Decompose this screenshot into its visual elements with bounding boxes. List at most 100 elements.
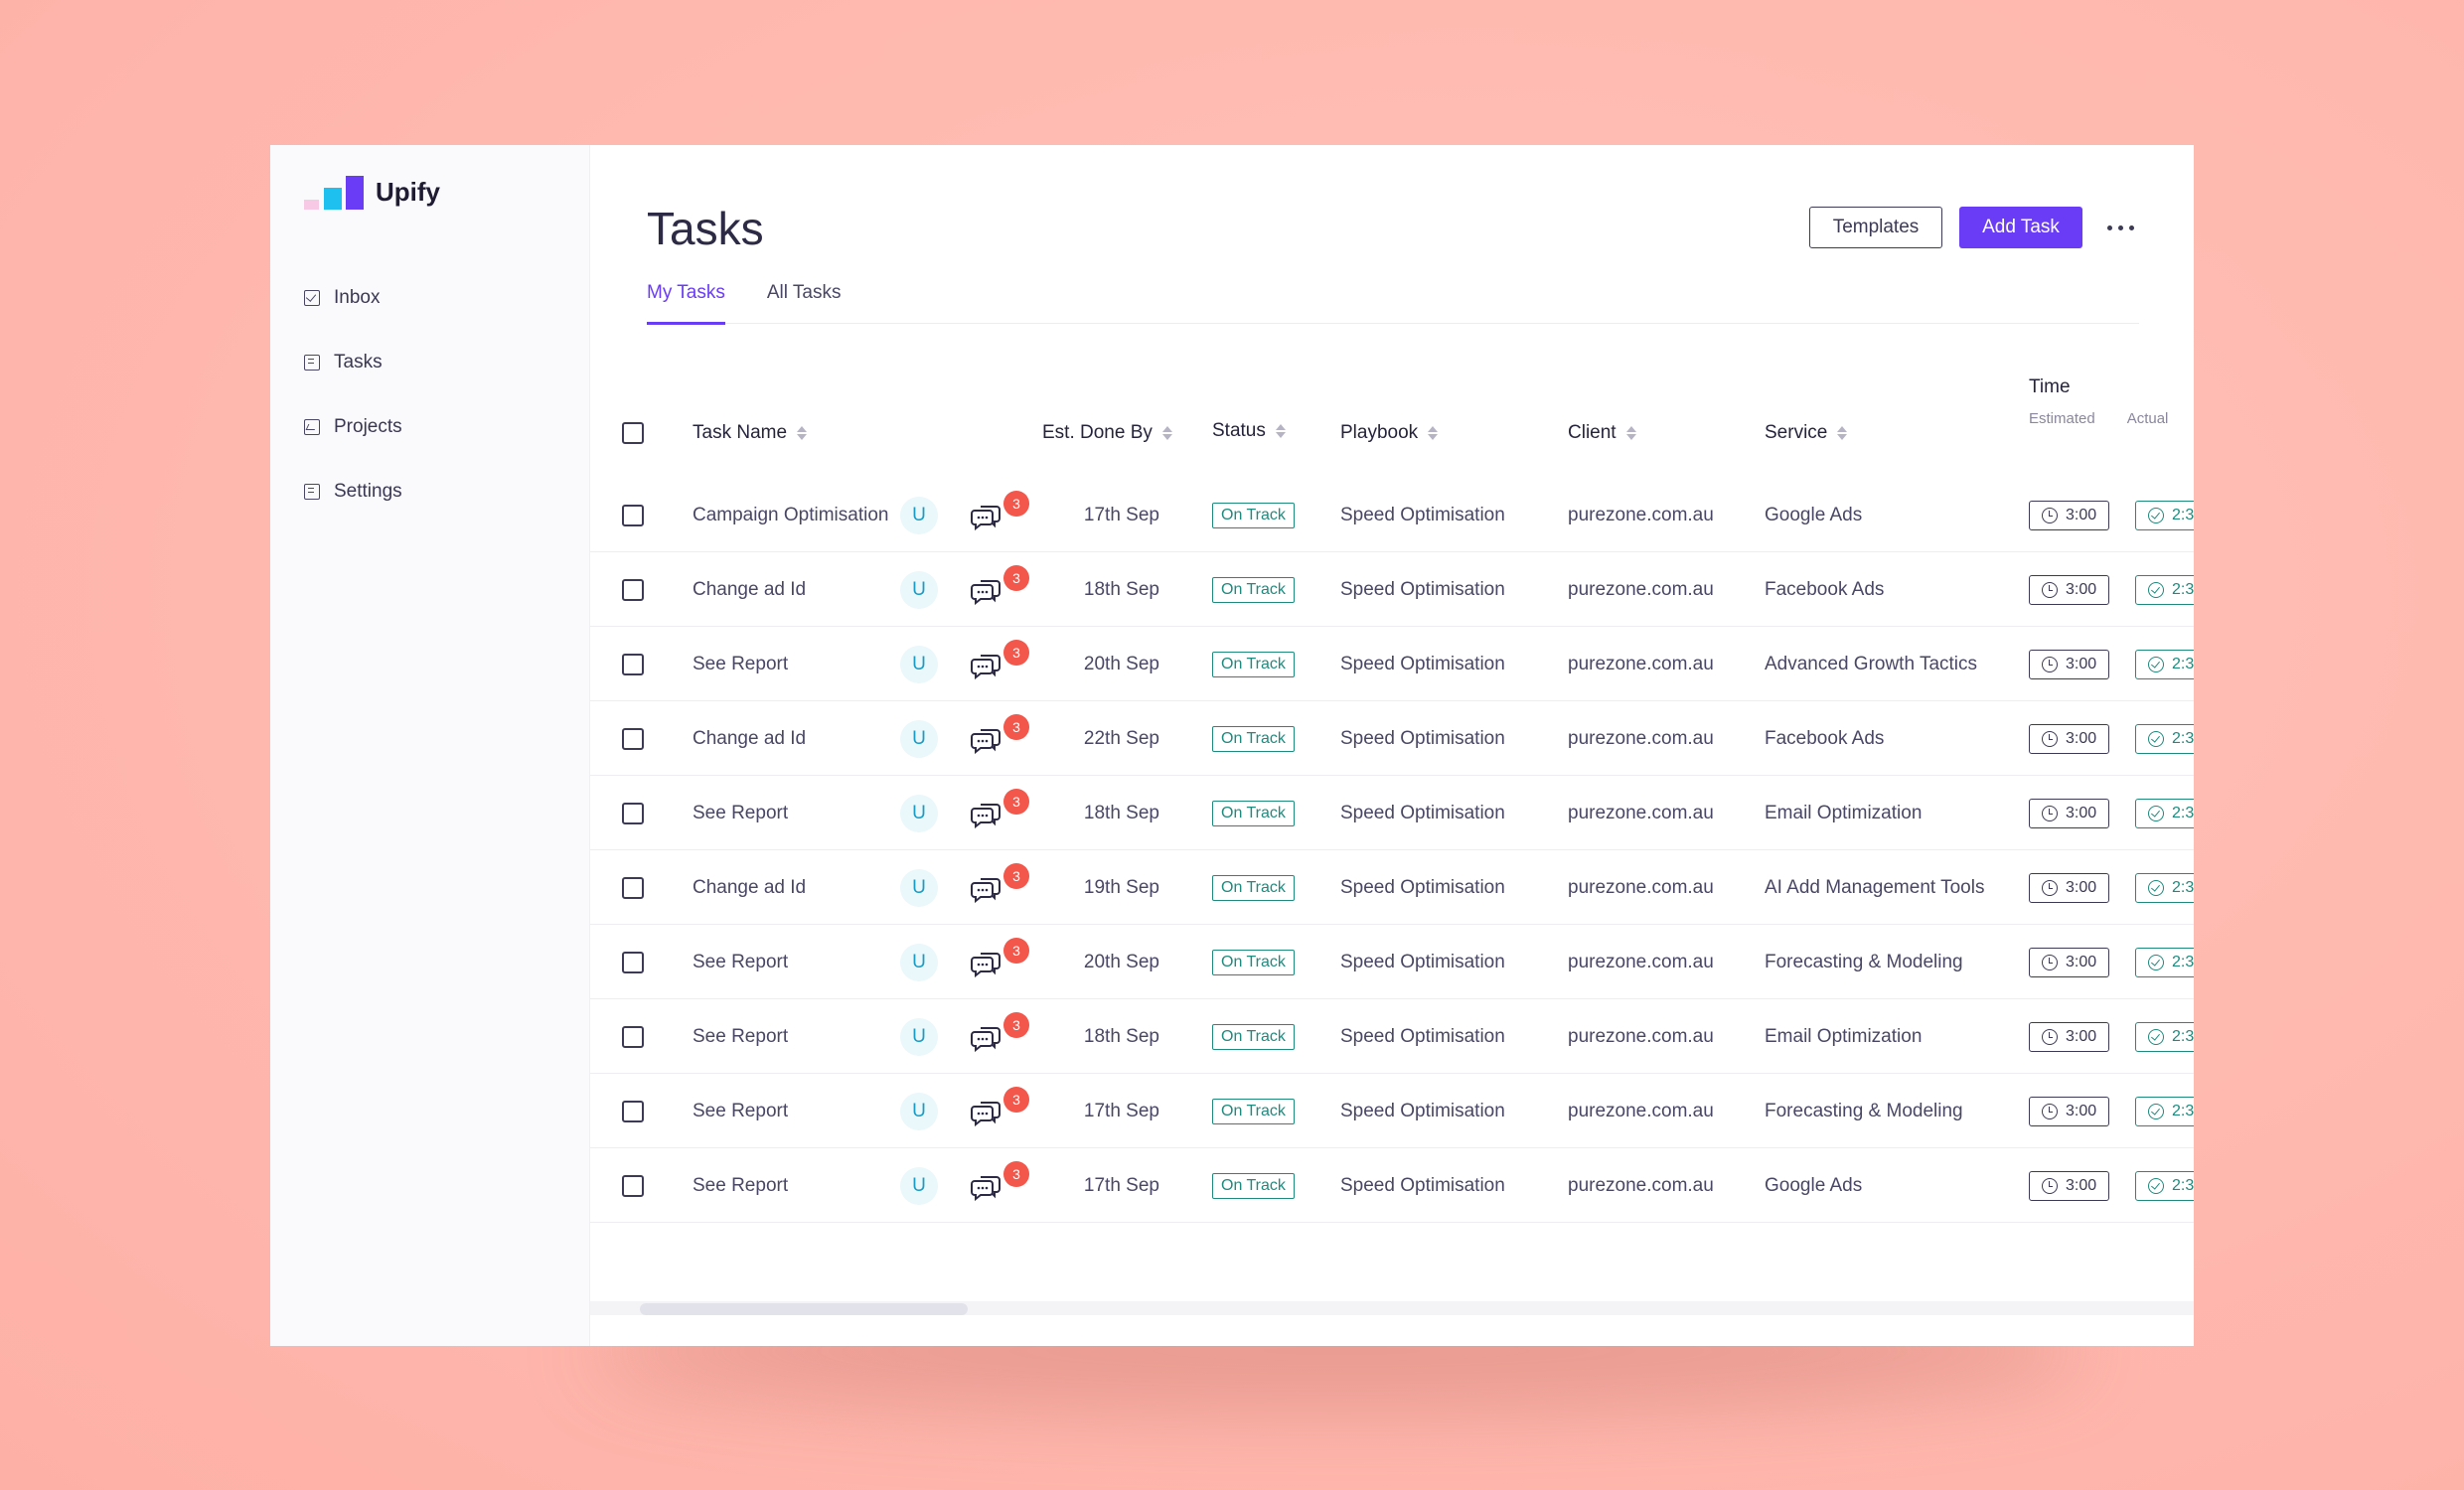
column-service[interactable]: Service [1765,359,1848,478]
row-checkbox[interactable] [622,951,644,973]
table-row[interactable]: Change ad Id U 3 18th Sep On Track Speed [590,552,2194,627]
row-checkbox[interactable] [622,727,644,750]
status-badge[interactable]: On Track [1212,576,1295,603]
avatar[interactable]: U [900,943,938,981]
comments-button[interactable]: 3 [971,862,1029,903]
avatar[interactable]: U [900,645,938,683]
actual-time[interactable]: 2:3 [2135,798,2194,828]
status-badge[interactable]: On Track [1212,1023,1295,1050]
row-checkbox[interactable] [622,1100,644,1122]
estimated-time[interactable]: 3:00 [2029,1021,2110,1052]
row-checkbox[interactable] [622,653,644,675]
table-row[interactable]: See Report U 3 20th Sep On Track Speed O… [590,627,2194,701]
task-name[interactable]: See Report [693,925,788,999]
comments-button[interactable]: 3 [971,788,1029,828]
status-badge[interactable]: On Track [1212,1098,1295,1124]
estimated-time[interactable]: 3:00 [2029,1170,2110,1201]
table-row[interactable]: See Report U 3 17th Sep On Track Speed O… [590,1148,2194,1223]
task-name[interactable]: Campaign Optimisation [693,478,888,552]
tab-all-tasks[interactable]: All Tasks [767,274,842,324]
column-status[interactable]: Status [1212,359,1286,478]
column-playbook[interactable]: Playbook [1340,359,1439,478]
column-client[interactable]: Client [1568,359,1636,478]
avatar[interactable]: U [900,868,938,907]
task-name[interactable]: See Report [693,999,788,1074]
estimated-time[interactable]: 3:00 [2029,649,2110,679]
sidebar-item-tasks[interactable]: Tasks [270,330,589,394]
actual-time[interactable]: 2:3 [2135,1021,2194,1052]
avatar[interactable]: U [900,496,938,534]
estimated-time[interactable]: 3:00 [2029,500,2110,530]
comments-button[interactable]: 3 [971,1086,1029,1126]
assignee-cell: U [900,1148,938,1223]
avatar[interactable]: U [900,1092,938,1130]
avatar[interactable]: U [900,570,938,609]
task-name[interactable]: Change ad Id [693,552,806,627]
table-row[interactable]: See Report U 3 17th Sep On Track Speed O… [590,1074,2194,1148]
status-badge[interactable]: On Track [1212,502,1295,528]
status-badge[interactable]: On Track [1212,651,1295,677]
sidebar-item-projects[interactable]: Projects [270,394,589,459]
estimated-time[interactable]: 3:00 [2029,1096,2110,1126]
status-badge[interactable]: On Track [1212,800,1295,826]
task-name[interactable]: See Report [693,627,788,701]
row-checkbox[interactable] [622,802,644,824]
estimated-time[interactable]: 3:00 [2029,723,2110,754]
comments-button[interactable]: 3 [971,564,1029,605]
scrollbar-thumb[interactable] [640,1303,968,1315]
row-checkbox[interactable] [622,1174,644,1197]
actual-time[interactable]: 2:3 [2135,649,2194,679]
actual-time[interactable]: 2:3 [2135,500,2194,530]
avatar[interactable]: U [900,1017,938,1056]
status-badge[interactable]: On Track [1212,949,1295,975]
actual-time[interactable]: 2:3 [2135,1096,2194,1126]
sidebar-item-inbox[interactable]: Inbox [270,265,589,330]
comments-button[interactable]: 3 [971,713,1029,754]
estimated-time[interactable]: 3:00 [2029,574,2110,605]
table-row[interactable]: See Report U 3 18th Sep On Track Speed O… [590,999,2194,1074]
comments-button[interactable]: 3 [971,490,1029,530]
task-name[interactable]: See Report [693,1148,788,1223]
table-row[interactable]: See Report U 3 18th Sep On Track Speed O… [590,776,2194,850]
column-done-by[interactable]: Est. Done By [1042,359,1172,478]
column-task-name[interactable]: Task Name [693,359,808,478]
row-checkbox[interactable] [622,1025,644,1048]
actual-time[interactable]: 2:3 [2135,1170,2194,1201]
estimated-time[interactable]: 3:00 [2029,872,2110,903]
comments-button[interactable]: 3 [971,639,1029,679]
task-name[interactable]: See Report [693,1074,788,1148]
avatar[interactable]: U [900,719,938,758]
comments-button[interactable]: 3 [971,1160,1029,1201]
horizontal-scrollbar[interactable] [590,1301,2194,1315]
avatar[interactable]: U [900,794,938,832]
task-name[interactable]: Change ad Id [693,701,806,776]
tab-my-tasks[interactable]: My Tasks [647,274,725,325]
status-badge[interactable]: On Track [1212,1172,1295,1199]
comments-button[interactable]: 3 [971,937,1029,977]
sidebar-item-settings[interactable]: Settings [270,459,589,523]
table-row[interactable]: Campaign Optimisation U 3 17th Sep On Tr… [590,478,2194,552]
more-options-icon[interactable] [2100,207,2140,248]
status-badge[interactable]: On Track [1212,725,1295,752]
comments-button[interactable]: 3 [971,1011,1029,1052]
done-by: 18th Sep [1083,802,1159,823]
estimated-time[interactable]: 3:00 [2029,798,2110,828]
task-name[interactable]: Change ad Id [693,850,806,925]
add-task-button[interactable]: Add Task [1959,207,2082,248]
templates-button[interactable]: Templates [1809,207,1942,248]
row-checkbox[interactable] [622,578,644,601]
select-all-checkbox[interactable] [622,422,644,444]
actual-time[interactable]: 2:3 [2135,872,2194,903]
row-checkbox[interactable] [622,876,644,899]
table-row[interactable]: See Report U 3 20th Sep On Track Speed O… [590,925,2194,999]
table-row[interactable]: Change ad Id U 3 22th Sep On Track Speed [590,701,2194,776]
actual-time[interactable]: 2:3 [2135,947,2194,977]
table-row[interactable]: Change ad Id U 3 19th Sep On Track Speed [590,850,2194,925]
estimated-time[interactable]: 3:00 [2029,947,2110,977]
status-badge[interactable]: On Track [1212,874,1295,901]
actual-time[interactable]: 2:3 [2135,574,2194,605]
actual-time[interactable]: 2:3 [2135,723,2194,754]
task-name[interactable]: See Report [693,776,788,850]
avatar[interactable]: U [900,1166,938,1205]
row-checkbox[interactable] [622,504,644,526]
